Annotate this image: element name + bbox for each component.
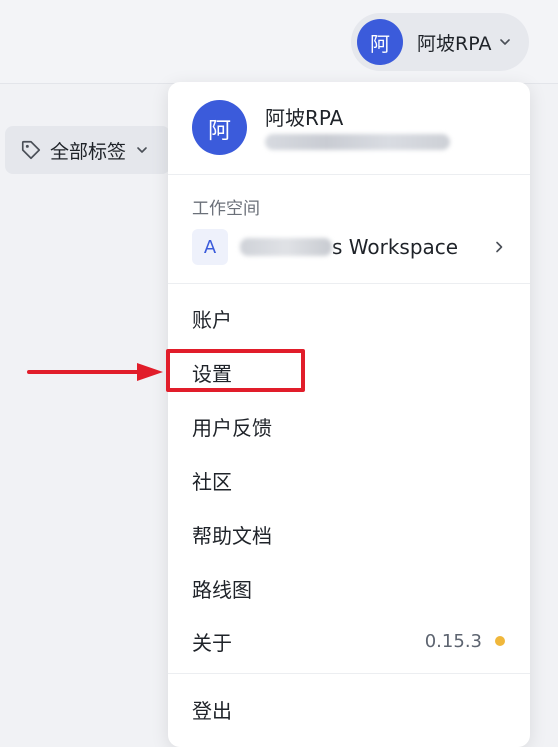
tag-filter-label: 全部标签 <box>50 140 127 163</box>
blurred-workspace-owner <box>240 238 332 256</box>
menu-item-about[interactable]: 关于 0.15.3 <box>168 618 530 664</box>
update-status-dot <box>495 636 505 646</box>
workspace-badge: A <box>192 229 228 265</box>
divider <box>168 673 530 674</box>
menu-item-help-docs[interactable]: 帮助文档 <box>168 511 530 557</box>
menu-user-name: 阿坡RPA <box>265 106 344 130</box>
menu-item-roadmap[interactable]: 路线图 <box>168 565 530 611</box>
avatar: 阿 <box>357 19 403 65</box>
menu-item-label: 账户 <box>192 307 232 332</box>
top-bar: 阿 阿坡RPA <box>0 0 558 84</box>
blurred-email <box>265 134 450 150</box>
tag-icon <box>21 140 41 160</box>
menu-user-header: 阿 阿坡RPA <box>168 82 530 174</box>
menu-item-label: 用户反馈 <box>192 415 272 440</box>
menu-item-label: 登出 <box>192 698 232 723</box>
menu-item-account[interactable]: 账户 <box>168 295 530 341</box>
menu-avatar: 阿 <box>192 100 247 155</box>
menu-item-label: 关于 <box>192 630 232 655</box>
menu-item-label: 社区 <box>192 469 232 494</box>
highlight-box <box>166 349 305 392</box>
arrow-right-icon <box>27 363 163 381</box>
tag-filter-dropdown[interactable]: 全部标签 <box>5 126 170 174</box>
user-dropdown-menu: 阿 阿坡RPA 工作空间 A s Workspace 账户 设置 用户反馈 社区… <box>168 82 530 747</box>
workspace-section-title: 工作空间 <box>192 199 260 219</box>
user-name: 阿坡RPA <box>417 32 492 55</box>
version-number: 0.15.3 <box>424 630 482 652</box>
menu-item-label: 帮助文档 <box>192 523 272 548</box>
menu-item-label: 路线图 <box>192 577 252 602</box>
workspace-switcher[interactable]: A s Workspace <box>192 228 506 266</box>
menu-item-community[interactable]: 社区 <box>168 457 530 503</box>
divider <box>168 283 530 284</box>
menu-item-feedback[interactable]: 用户反馈 <box>168 403 530 449</box>
chevron-down-icon <box>500 39 511 45</box>
user-menu-button[interactable]: 阿 阿坡RPA <box>351 13 529 71</box>
workspace-name: s Workspace <box>332 235 459 259</box>
divider <box>168 174 530 175</box>
chevron-right-icon <box>496 241 503 253</box>
menu-item-logout[interactable]: 登出 <box>168 686 530 732</box>
chevron-down-icon <box>137 147 147 153</box>
